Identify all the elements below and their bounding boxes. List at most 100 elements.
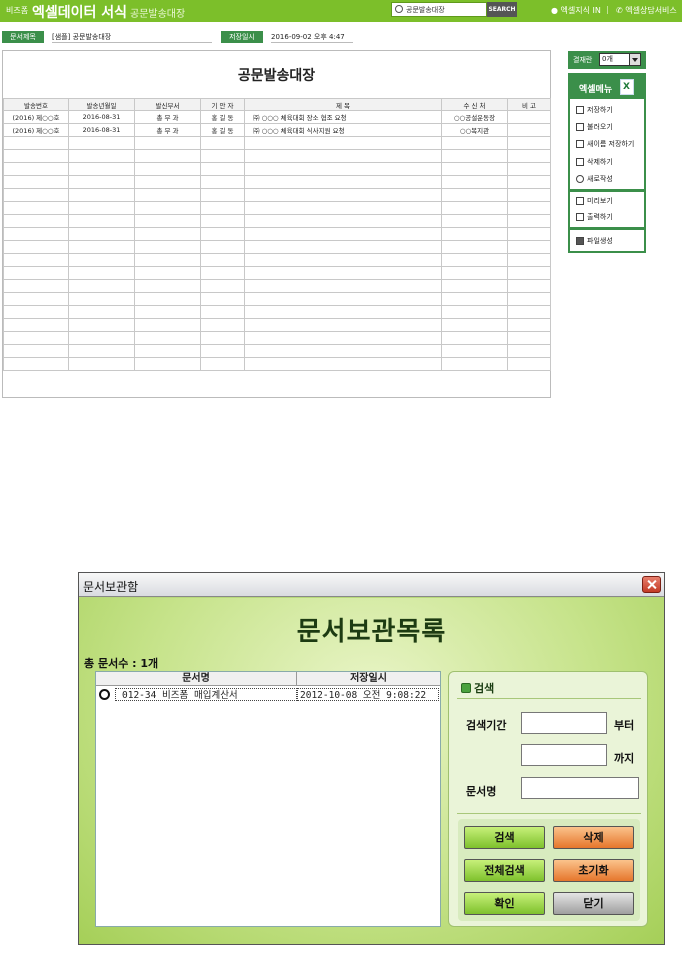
table-cell[interactable] xyxy=(507,227,551,241)
table-cell[interactable] xyxy=(244,188,442,202)
table-row[interactable] xyxy=(3,344,551,358)
knowledge-link[interactable]: ● 엑셀지식 IN xyxy=(551,5,601,16)
table-cell[interactable] xyxy=(507,240,551,254)
docname-input[interactable] xyxy=(521,777,639,799)
table-cell[interactable] xyxy=(507,253,551,267)
table-cell[interactable] xyxy=(3,253,69,267)
table-cell[interactable] xyxy=(134,279,201,293)
table-cell[interactable] xyxy=(507,214,551,228)
table-cell[interactable] xyxy=(68,253,135,267)
table-cell[interactable] xyxy=(244,253,442,267)
table-cell[interactable] xyxy=(441,305,508,319)
menu-item-preview[interactable]: 미리보기 xyxy=(576,194,644,208)
table-row[interactable]: (2016) 제○○호 2016-08-31 총 무 과 홍 길 동 ㈜ ○○○… xyxy=(3,123,551,137)
table-cell[interactable] xyxy=(507,279,551,293)
table-cell[interactable] xyxy=(68,344,135,358)
menu-item-load[interactable]: 불러오기 xyxy=(576,120,644,134)
table-cell[interactable] xyxy=(200,214,245,228)
table-cell[interactable] xyxy=(68,292,135,306)
table-cell[interactable]: (2016) 제○○호 xyxy=(3,123,69,137)
top-search-input[interactable] xyxy=(406,3,486,16)
table-cell[interactable] xyxy=(134,292,201,306)
close-icon[interactable] xyxy=(642,576,661,593)
table-cell[interactable] xyxy=(3,357,69,371)
table-cell[interactable] xyxy=(507,123,551,137)
table-cell[interactable] xyxy=(441,162,508,176)
table-cell[interactable] xyxy=(68,331,135,345)
table-cell[interactable] xyxy=(244,279,442,293)
menu-item-create-file[interactable]: 파일생성 xyxy=(576,234,644,248)
table-cell[interactable] xyxy=(244,240,442,254)
table-cell[interactable] xyxy=(200,305,245,319)
table-cell[interactable] xyxy=(68,149,135,163)
table-cell[interactable] xyxy=(68,175,135,189)
table-cell[interactable] xyxy=(134,318,201,332)
table-row[interactable] xyxy=(3,214,551,228)
table-cell[interactable] xyxy=(134,344,201,358)
table-cell[interactable] xyxy=(507,136,551,150)
table-cell[interactable] xyxy=(200,162,245,176)
table-cell[interactable] xyxy=(3,162,69,176)
table-cell[interactable] xyxy=(134,136,201,150)
table-cell[interactable] xyxy=(200,188,245,202)
table-cell[interactable] xyxy=(441,318,508,332)
document-list[interactable]: 문서명 저장일시 012-34_비즈폼 매입계산서 2012-10-08 오전 … xyxy=(95,671,441,927)
table-cell[interactable] xyxy=(441,357,508,371)
menu-item-new[interactable]: 새로작성 xyxy=(576,172,644,186)
table-row[interactable] xyxy=(3,188,551,202)
table-cell[interactable] xyxy=(134,227,201,241)
table-cell[interactable] xyxy=(244,227,442,241)
table-row[interactable] xyxy=(3,240,551,254)
menu-item-save[interactable]: 저장하기 xyxy=(576,103,644,117)
period-to-input[interactable] xyxy=(521,744,607,766)
table-cell[interactable]: ㈜ ○○○ 체육대회 식사지원 요청 xyxy=(244,123,442,137)
search-button[interactable]: 검색 xyxy=(464,826,545,849)
table-cell[interactable] xyxy=(441,149,508,163)
table-cell[interactable] xyxy=(244,344,442,358)
table-cell[interactable] xyxy=(200,227,245,241)
reset-button[interactable]: 초기화 xyxy=(553,859,634,882)
table-cell[interactable] xyxy=(68,305,135,319)
table-row[interactable] xyxy=(3,149,551,163)
table-cell[interactable] xyxy=(134,162,201,176)
confirm-button[interactable]: 확인 xyxy=(464,892,545,915)
menu-item-delete[interactable]: 삭제하기 xyxy=(576,155,644,169)
table-cell[interactable]: 2016-08-31 xyxy=(68,123,135,137)
table-cell[interactable] xyxy=(68,227,135,241)
table-cell[interactable] xyxy=(134,305,201,319)
table-row[interactable] xyxy=(3,136,551,150)
table-cell[interactable] xyxy=(68,162,135,176)
table-cell[interactable] xyxy=(244,266,442,280)
table-row[interactable] xyxy=(3,227,551,241)
table-cell[interactable] xyxy=(3,188,69,202)
table-cell[interactable] xyxy=(3,227,69,241)
menu-item-print[interactable]: 출력하기 xyxy=(576,210,644,224)
table-row[interactable] xyxy=(3,357,551,371)
table-cell[interactable] xyxy=(134,331,201,345)
table-cell[interactable] xyxy=(441,253,508,267)
row-radio[interactable] xyxy=(99,689,110,700)
table-cell[interactable] xyxy=(200,331,245,345)
table-cell[interactable] xyxy=(3,240,69,254)
table-cell[interactable] xyxy=(507,162,551,176)
table-row[interactable] xyxy=(3,175,551,189)
table-cell[interactable]: ㈜ ○○○ 체육대회 장소 협조 요청 xyxy=(244,110,442,124)
table-row[interactable] xyxy=(3,292,551,306)
list-header-name[interactable]: 문서명 xyxy=(96,672,297,686)
table-cell[interactable] xyxy=(68,266,135,280)
table-cell[interactable]: 홍 길 동 xyxy=(200,110,245,124)
table-cell[interactable] xyxy=(200,318,245,332)
table-cell[interactable] xyxy=(244,357,442,371)
table-cell[interactable] xyxy=(134,149,201,163)
table-row[interactable] xyxy=(3,331,551,345)
table-cell[interactable] xyxy=(244,305,442,319)
table-cell[interactable] xyxy=(68,214,135,228)
search-all-button[interactable]: 전체검색 xyxy=(464,859,545,882)
table-cell[interactable] xyxy=(3,175,69,189)
table-cell[interactable] xyxy=(507,318,551,332)
table-cell[interactable] xyxy=(134,188,201,202)
table-cell[interactable] xyxy=(3,136,69,150)
table-cell[interactable] xyxy=(507,201,551,215)
table-cell[interactable] xyxy=(507,357,551,371)
table-cell[interactable] xyxy=(441,344,508,358)
